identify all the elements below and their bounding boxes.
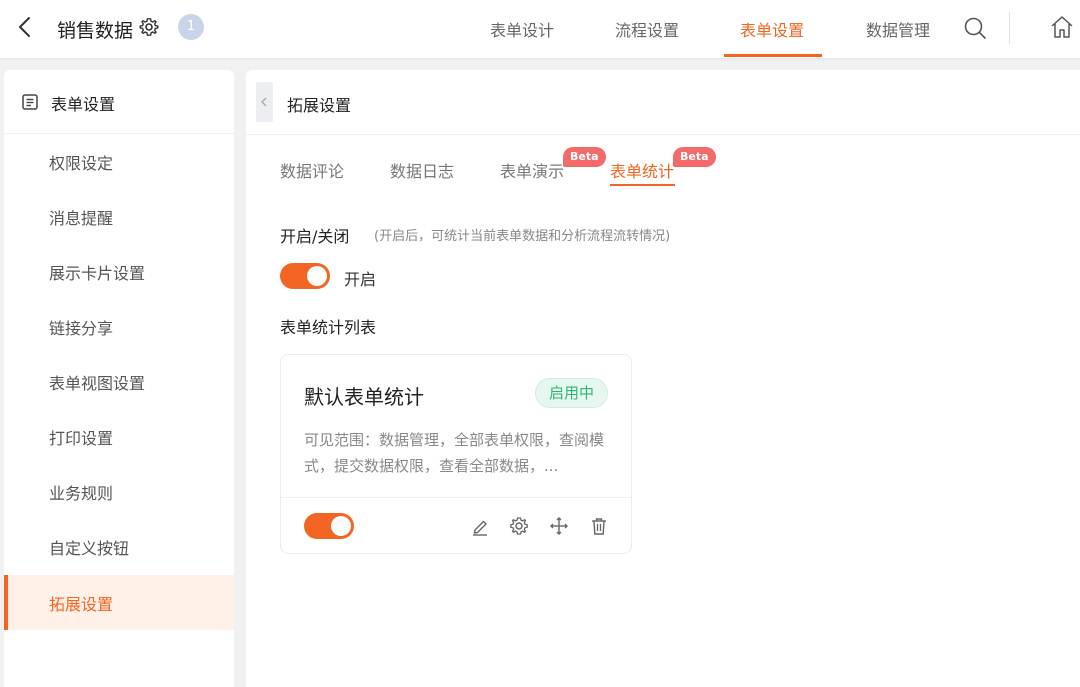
subtab-data-comments[interactable]: 数据评论 <box>280 158 344 182</box>
card-description: 可见范围：数据管理，全部表单权限，查阅模式，提交数据权限，查看全部数据，... <box>304 431 605 475</box>
move-icon[interactable] <box>548 515 570 537</box>
sidebar-item-label: 拓展设置 <box>49 595 114 614</box>
toggle-knob <box>331 516 351 536</box>
home-icon[interactable] <box>1049 14 1075 40</box>
tab-data-management[interactable]: 数据管理 <box>866 17 930 41</box>
active-subtab-indicator <box>610 184 675 186</box>
sidebar-item-label: 消息提醒 <box>49 209 114 228</box>
sidebar-item-label: 展示卡片设置 <box>49 264 146 283</box>
card-divider <box>281 497 631 498</box>
sidebar-item-label: 链接分享 <box>49 319 114 338</box>
sidebar-header-label: 表单设置 <box>51 95 116 114</box>
sidebar-item-label: 打印设置 <box>49 429 114 448</box>
sidebar-item-business-rules[interactable]: 业务规则 <box>4 464 234 519</box>
gear-icon[interactable] <box>139 17 159 37</box>
sidebar-item-permissions[interactable]: 权限设定 <box>4 134 234 189</box>
subtab-form-statistics[interactable]: 表单统计 <box>610 158 674 182</box>
toggle-section-hint: (开启后，可统计当前表单数据和分析流程流转情况) <box>374 229 671 244</box>
sidebar-item-custom-buttons[interactable]: 自定义按钮 <box>4 519 234 574</box>
divider <box>246 134 1080 135</box>
top-bar: 销售数据 1 表单设计 流程设置 表单设置 数据管理 <box>0 0 1080 58</box>
status-badge: 启用中 <box>535 378 608 408</box>
sidebar-item-extensions[interactable]: 拓展设置 <box>4 575 234 630</box>
toggle-section-label: 开启/关闭 <box>280 227 350 246</box>
beta-badge: Beta <box>673 147 716 167</box>
statistics-list-label: 表单统计列表 <box>280 318 377 337</box>
card-title: 默认表单统计 <box>304 385 424 409</box>
card-enable-toggle[interactable] <box>304 513 354 539</box>
back-arrow-icon[interactable] <box>14 15 38 39</box>
trash-icon[interactable] <box>588 515 610 537</box>
sidebar-item-card-display[interactable]: 展示卡片设置 <box>4 244 234 299</box>
beta-badge: Beta <box>563 147 606 167</box>
page-title: 拓展设置 <box>287 96 352 115</box>
gear-icon[interactable] <box>508 515 530 537</box>
sidebar-item-link-share[interactable]: 链接分享 <box>4 299 234 354</box>
sidebar-item-label: 自定义按钮 <box>49 539 130 558</box>
edit-icon[interactable] <box>469 515 491 537</box>
tab-workflow-settings[interactable]: 流程设置 <box>615 17 679 41</box>
extension-settings-panel: 拓展设置 数据评论 数据日志 表单演示 Beta 表单统计 Beta 开启/关闭… <box>246 70 1080 687</box>
toggle-state-label: 开启 <box>344 270 377 289</box>
settings-sidebar: 表单设置 权限设定 消息提醒 展示卡片设置 链接分享 表单视图设置 打印设置 业… <box>4 70 234 687</box>
sidebar-item-form-view[interactable]: 表单视图设置 <box>4 354 234 409</box>
sidebar-item-print[interactable]: 打印设置 <box>4 409 234 464</box>
subtab-form-demo[interactable]: 表单演示 <box>500 158 564 182</box>
toggle-knob <box>307 266 327 286</box>
sidebar-item-label: 权限设定 <box>49 154 114 173</box>
statistics-enable-toggle[interactable] <box>280 263 330 289</box>
sidebar-item-label: 表单视图设置 <box>49 374 146 393</box>
collapse-sidebar-button[interactable] <box>256 82 273 122</box>
form-list-icon <box>22 94 38 110</box>
chevron-left-icon <box>261 97 267 107</box>
statistics-card[interactable]: 默认表单统计 启用中 可见范围：数据管理，全部表单权限，查阅模式，提交数据权限，… <box>280 354 632 554</box>
tab-form-settings[interactable]: 表单设置 <box>740 17 804 41</box>
sidebar-item-notifications[interactable]: 消息提醒 <box>4 189 234 244</box>
sidebar-item-label: 业务规则 <box>49 484 114 503</box>
tab-form-design[interactable]: 表单设计 <box>490 17 554 41</box>
header-divider <box>1009 12 1010 44</box>
search-icon[interactable] <box>962 15 988 41</box>
sidebar-header: 表单设置 <box>4 70 234 134</box>
active-tab-indicator <box>724 54 822 57</box>
app-title: 销售数据 <box>57 20 134 42</box>
count-badge: 1 <box>178 14 204 40</box>
subtab-data-log[interactable]: 数据日志 <box>390 158 454 182</box>
